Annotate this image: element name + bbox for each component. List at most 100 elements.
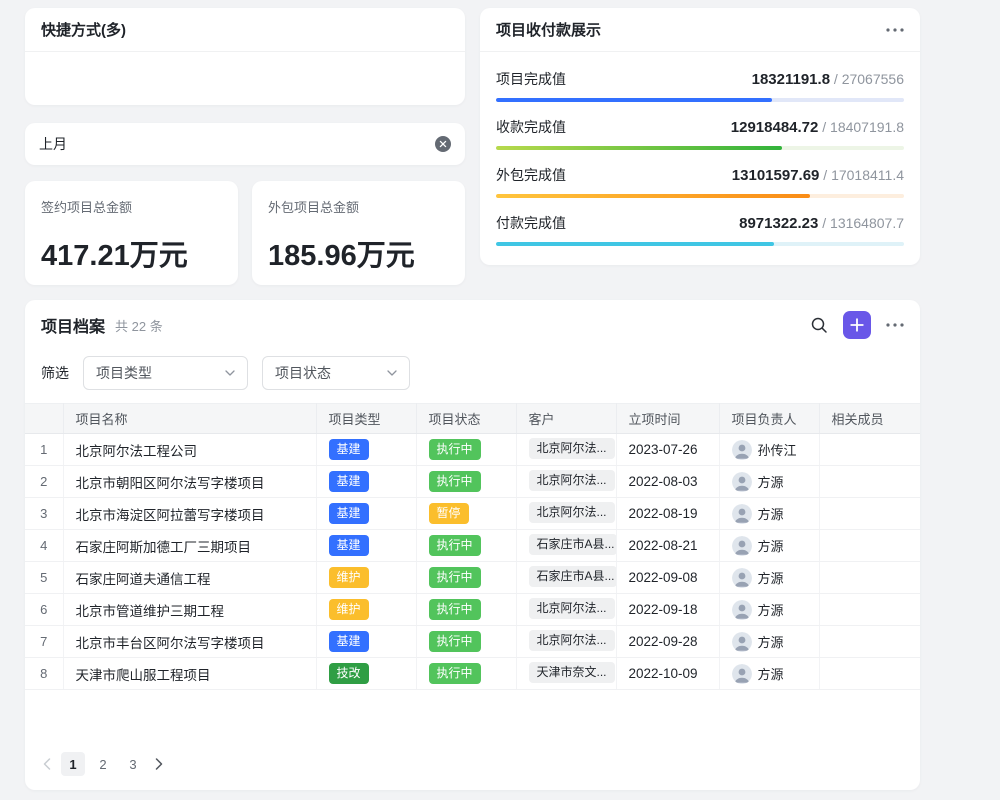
customer-cell: 北京阿尔法... [516, 626, 616, 658]
table-header-row: 项目名称 项目类型 项目状态 客户 立项时间 项目负责人 相关成员 [25, 404, 920, 434]
project-name-cell: 天津市爬山服工程项目 [63, 658, 316, 690]
column-header: 相关成员 [819, 404, 920, 434]
owner-cell: 方源 [719, 626, 819, 658]
metric-label: 项目完成值 [496, 69, 566, 89]
progress-track [496, 98, 904, 102]
members-cell [819, 530, 920, 562]
project-status-filter-dropdown[interactable]: 项目状态 [262, 356, 410, 390]
project-status-tag: 执行中 [429, 663, 481, 684]
table-row[interactable]: 4 石家庄阿斯加德工厂三期项目 基建 执行中 石家庄市A县... 2022-08… [25, 530, 920, 562]
table-card-header: 项目档案 共 22 条 [25, 300, 920, 350]
column-header: 立项时间 [616, 404, 719, 434]
members-cell [819, 466, 920, 498]
project-status-cell: 执行中 [416, 626, 516, 658]
payment-card-header: 项目收付款展示 [480, 8, 920, 52]
metric-values: 8971322.23 / 13164807.7 [739, 215, 904, 232]
table-card-title: 项目档案 [41, 313, 105, 337]
table-row[interactable]: 2 北京市朝阳区阿尔法写字楼项目 基建 执行中 北京阿尔法... 2022-08… [25, 466, 920, 498]
project-type-cell: 维护 [316, 562, 416, 594]
members-cell [819, 434, 920, 466]
members-cell [819, 498, 920, 530]
customer-tag: 天津市奈文... [529, 662, 615, 683]
row-index: 3 [25, 498, 63, 530]
members-cell [819, 658, 920, 690]
search-icon[interactable] [810, 316, 828, 334]
clear-filter-icon[interactable] [435, 136, 451, 152]
table-row[interactable]: 7 北京市丰台区阿尔法写字楼项目 基建 执行中 北京阿尔法... 2022-09… [25, 626, 920, 658]
add-record-button[interactable] [843, 311, 871, 339]
progress-fill [496, 98, 772, 102]
project-type-tag: 基建 [329, 631, 369, 652]
row-index: 7 [25, 626, 63, 658]
project-type-tag: 基建 [329, 503, 369, 524]
avatar [732, 568, 752, 588]
page-number[interactable]: 3 [121, 752, 145, 776]
metric-label: 外包完成值 [496, 165, 566, 185]
column-header: 项目负责人 [719, 404, 819, 434]
owner-cell: 方源 [719, 594, 819, 626]
table-row[interactable]: 3 北京市海淀区阿拉蕾写字楼项目 基建 暂停 北京阿尔法... 2022-08-… [25, 498, 920, 530]
metric-row: 收款完成值 12918484.72 / 18407191.8 [496, 117, 904, 150]
progress-track [496, 242, 904, 246]
payment-card-title: 项目收付款展示 [496, 19, 601, 40]
page-number[interactable]: 2 [91, 752, 115, 776]
table-row[interactable]: 5 石家庄阿道夫通信工程 维护 执行中 石家庄市A县... 2022-09-08 [25, 562, 920, 594]
project-table: 项目名称 项目类型 项目状态 客户 立项时间 项目负责人 相关成员 [25, 403, 920, 690]
stat-value: 185.96万元 [268, 232, 449, 274]
project-status-tag: 执行中 [429, 599, 481, 620]
customer-tag: 北京阿尔法... [529, 502, 615, 523]
avatar [732, 632, 752, 652]
month-filter[interactable]: 上月 [25, 123, 465, 165]
more-icon[interactable] [886, 28, 904, 32]
customer-cell: 北京阿尔法... [516, 594, 616, 626]
dropdown-label: 项目状态 [275, 363, 331, 383]
table-filter-row: 筛选 项目类型 项目状态 [25, 350, 920, 403]
chevron-down-icon [387, 370, 397, 376]
progress-fill [496, 242, 774, 246]
project-type-cell: 技改 [316, 658, 416, 690]
table-row[interactable]: 6 北京市管道维护三期工程 维护 执行中 北京阿尔法... 2022-09-18 [25, 594, 920, 626]
project-type-tag: 基建 [329, 535, 369, 556]
project-type-tag: 基建 [329, 471, 369, 492]
prev-page-icon[interactable] [41, 758, 53, 770]
members-cell [819, 562, 920, 594]
metric-value: 18321191.8 [752, 71, 830, 88]
stat-value: 417.21万元 [41, 232, 222, 274]
owner-name: 方源 [758, 536, 784, 555]
next-page-icon[interactable] [153, 758, 165, 770]
customer-cell: 石家庄市A县... [516, 562, 616, 594]
project-status-tag: 执行中 [429, 535, 481, 556]
project-type-cell: 维护 [316, 594, 416, 626]
owner-cell: 方源 [719, 530, 819, 562]
more-icon[interactable] [886, 323, 904, 327]
customer-cell: 北京阿尔法... [516, 498, 616, 530]
project-type-filter-dropdown[interactable]: 项目类型 [83, 356, 248, 390]
table-actions [810, 311, 904, 339]
project-status-tag: 执行中 [429, 471, 481, 492]
start-date-cell: 2022-10-09 [616, 658, 719, 690]
progress-track [496, 146, 904, 150]
owner-cell: 方源 [719, 658, 819, 690]
members-cell [819, 626, 920, 658]
project-type-tag: 基建 [329, 439, 369, 460]
metric-row: 外包完成值 13101597.69 / 17018411.4 [496, 165, 904, 198]
shortcuts-card-header: 快捷方式(多) [25, 8, 465, 52]
customer-tag: 北京阿尔法... [529, 598, 615, 619]
customer-tag: 石家庄市A县... [529, 534, 617, 555]
page-number[interactable]: 1 [61, 752, 85, 776]
project-type-tag: 维护 [329, 599, 369, 620]
metric-label: 收款完成值 [496, 117, 566, 137]
metric-row: 付款完成值 8971322.23 / 13164807.7 [496, 213, 904, 246]
owner-name: 方源 [758, 504, 784, 523]
owner-cell: 孙传江 [719, 434, 819, 466]
filter-label: 筛选 [41, 363, 69, 383]
row-index: 4 [25, 530, 63, 562]
owner-name: 方源 [758, 664, 784, 683]
table-row[interactable]: 8 天津市爬山服工程项目 技改 执行中 天津市奈文... 2022-10-09 [25, 658, 920, 690]
owner-name: 方源 [758, 472, 784, 491]
stat-label: 签约项目总金额 [41, 197, 222, 216]
table-row[interactable]: 1 北京阿尔法工程公司 基建 执行中 北京阿尔法... 2023-07-26 [25, 434, 920, 466]
project-status-tag: 暂停 [429, 503, 469, 524]
customer-cell: 天津市奈文... [516, 658, 616, 690]
avatar [732, 504, 752, 524]
